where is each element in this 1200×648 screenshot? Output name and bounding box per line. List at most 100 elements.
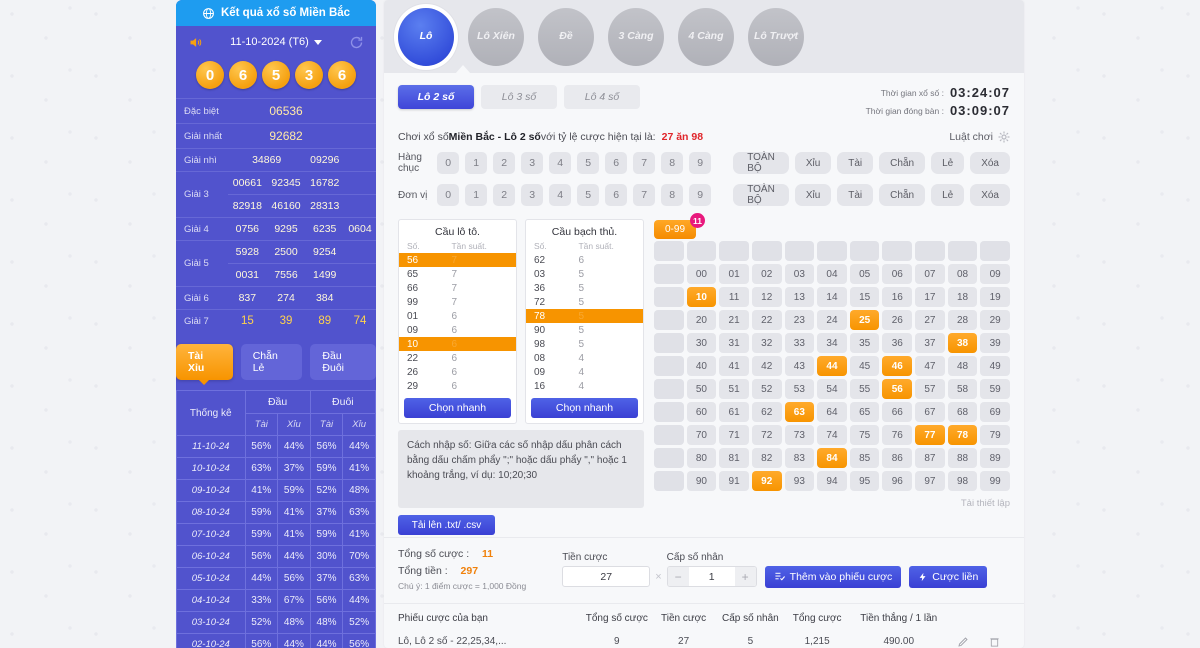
subtab-lo4so[interactable]: Lô 4 số (564, 85, 640, 109)
grid-cell-24[interactable]: 24 (817, 310, 847, 330)
grid-cell-75[interactable]: 75 (849, 425, 880, 445)
refresh-icon[interactable] (349, 35, 364, 50)
units-digit-0[interactable]: 0 (437, 184, 460, 206)
grid-cell-31[interactable]: 31 (719, 333, 749, 353)
units-quick-toàn-bộ[interactable]: TOÀN BỘ (733, 184, 789, 206)
tens-digit-0[interactable]: 0 (437, 152, 460, 174)
cau-loto-row[interactable]: 66 7 (399, 281, 516, 295)
tens-quick-tài[interactable]: Tài (837, 152, 874, 174)
grid-cell-59[interactable]: 59 (980, 379, 1010, 399)
grid-cell-97[interactable]: 97 (915, 471, 945, 491)
grid-cell-18[interactable]: 18 (947, 287, 978, 307)
units-digit-2[interactable]: 2 (493, 184, 516, 206)
grid-cell-49[interactable]: 49 (980, 356, 1010, 376)
grid-cell-16[interactable]: 16 (882, 287, 913, 307)
grid-cell-14[interactable]: 14 (817, 287, 847, 307)
grid-cell-54[interactable]: 54 (817, 379, 847, 399)
units-digit-4[interactable]: 4 (549, 184, 572, 206)
grid-cell-56[interactable]: 56 (882, 379, 913, 399)
game-tab-lo[interactable]: Lô (398, 7, 454, 66)
grid-cell-01[interactable]: 01 (719, 264, 749, 284)
grid-cell-44[interactable]: 44 (817, 356, 847, 376)
cau-loto-row[interactable]: 99 7 (399, 295, 516, 309)
grid-cell-29[interactable]: 29 (980, 310, 1010, 330)
grid-cell-43[interactable]: 43 (784, 356, 815, 376)
grid-cell-12[interactable]: 12 (751, 287, 782, 307)
grid-cell-36[interactable]: 36 (882, 333, 913, 353)
units-digit-6[interactable]: 6 (605, 184, 628, 206)
tens-digit-6[interactable]: 6 (605, 152, 628, 174)
grid-cell-23[interactable]: 23 (784, 310, 815, 330)
grid-cell-68[interactable]: 68 (947, 402, 978, 422)
units-digit-1[interactable]: 1 (465, 184, 488, 206)
grid-cell-50[interactable]: 50 (686, 379, 717, 399)
units-quick-tài[interactable]: Tài (837, 184, 874, 206)
grid-cell-27[interactable]: 27 (915, 310, 945, 330)
grid-cell-60[interactable]: 60 (686, 402, 717, 422)
units-quick-xỉu[interactable]: Xỉu (794, 184, 832, 206)
cau-bachthu-row[interactable]: 72 5 (526, 295, 643, 309)
grid-cell-92[interactable]: 92 (751, 471, 782, 491)
grid-cell-64[interactable]: 64 (817, 402, 847, 422)
grid-cell-94[interactable]: 94 (817, 471, 847, 491)
tens-digit-7[interactable]: 7 (633, 152, 656, 174)
grid-cell-53[interactable]: 53 (784, 379, 815, 399)
grid-cell-02[interactable]: 02 (751, 264, 782, 284)
grid-cell-78[interactable]: 78 (947, 425, 978, 445)
game-tab-4cang[interactable]: 4 Càng (678, 7, 734, 66)
grid-cell-46[interactable]: 46 (882, 356, 913, 376)
grid-cell-82[interactable]: 82 (751, 448, 782, 468)
grid-cell-85[interactable]: 85 (849, 448, 880, 468)
cau-loto-row[interactable]: 01 6 (399, 309, 516, 323)
units-quick-lẻ[interactable]: Lẻ (931, 184, 965, 206)
grid-cell-09[interactable]: 09 (980, 264, 1010, 284)
grid-cell-96[interactable]: 96 (882, 471, 913, 491)
grid-cell-30[interactable]: 30 (686, 333, 717, 353)
cau-bachthu-row[interactable]: 98 5 (526, 337, 643, 351)
grid-cell-76[interactable]: 76 (882, 425, 913, 445)
tens-quick-toàn-bộ[interactable]: TOÀN BỘ (733, 152, 789, 174)
grid-cell-38[interactable]: 38 (947, 333, 978, 353)
grid-cell-05[interactable]: 05 (849, 264, 880, 284)
grid-cell-22[interactable]: 22 (751, 310, 782, 330)
grid-cell-91[interactable]: 91 (719, 471, 749, 491)
grid-cell-57[interactable]: 57 (915, 379, 945, 399)
cau-bachthu-row[interactable]: 03 5 (526, 267, 643, 281)
cau-bachthu-row[interactable]: 09 4 (526, 365, 643, 379)
cau-bachthu-row[interactable]: 08 4 (526, 351, 643, 365)
grid-cell-62[interactable]: 62 (751, 402, 782, 422)
grid-cell-45[interactable]: 45 (849, 356, 880, 376)
stats-tab-chanle[interactable]: Chẵn Lẻ (240, 344, 303, 380)
grid-cell-39[interactable]: 39 (980, 333, 1010, 353)
units-quick-chẵn[interactable]: Chẵn (879, 184, 926, 206)
grid-cell-88[interactable]: 88 (947, 448, 978, 468)
bet-amount-input[interactable] (562, 566, 651, 588)
grid-cell-81[interactable]: 81 (719, 448, 749, 468)
grid-cell-00[interactable]: 00 (686, 264, 717, 284)
grid-cell-17[interactable]: 17 (915, 287, 945, 307)
tens-digit-8[interactable]: 8 (661, 152, 684, 174)
grid-cell-58[interactable]: 58 (947, 379, 978, 399)
game-tab-3cang[interactable]: 3 Càng (608, 7, 664, 66)
grid-cell-28[interactable]: 28 (947, 310, 978, 330)
grid-cell-67[interactable]: 67 (915, 402, 945, 422)
cau-loto-row[interactable]: 29 6 (399, 379, 516, 393)
grid-cell-25[interactable]: 25 (849, 310, 880, 330)
grid-cell-74[interactable]: 74 (817, 425, 847, 445)
cau-loto-row[interactable]: 22 6 (399, 351, 516, 365)
grid-cell-35[interactable]: 35 (849, 333, 880, 353)
grid-cell-65[interactable]: 65 (849, 402, 880, 422)
grid-cell-32[interactable]: 32 (751, 333, 782, 353)
tens-digit-1[interactable]: 1 (465, 152, 488, 174)
grid-cell-61[interactable]: 61 (719, 402, 749, 422)
units-digit-7[interactable]: 7 (633, 184, 656, 206)
grid-cell-89[interactable]: 89 (980, 448, 1010, 468)
cau-loto-quick-button[interactable]: Chọn nhanh (404, 398, 511, 418)
grid-cell-84[interactable]: 84 (817, 448, 847, 468)
cau-bachthu-row[interactable]: 78 5 (526, 309, 643, 323)
grid-cell-40[interactable]: 40 (686, 356, 717, 376)
grid-cell-98[interactable]: 98 (947, 471, 978, 491)
cau-loto-row[interactable]: 65 7 (399, 267, 516, 281)
cau-loto-row[interactable]: 26 6 (399, 365, 516, 379)
cau-bachthu-quick-button[interactable]: Chọn nhanh (531, 398, 638, 418)
